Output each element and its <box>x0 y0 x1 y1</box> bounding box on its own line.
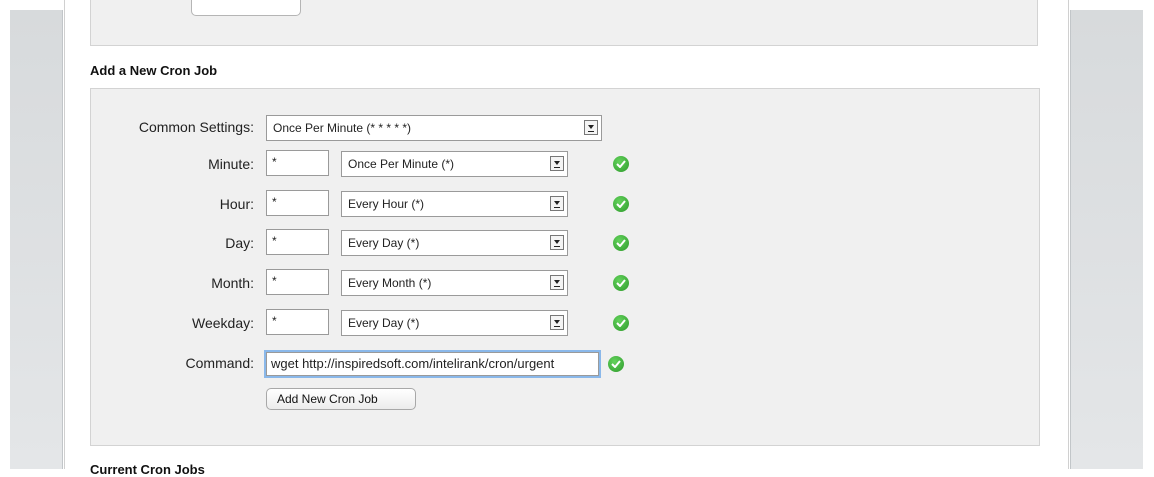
green-check-icon <box>613 156 629 172</box>
month-label: Month: <box>211 275 254 291</box>
add-cron-job-panel: Common Settings: Once Per Minute (* * * … <box>90 88 1040 446</box>
content-border-left <box>64 0 65 469</box>
minute-select[interactable]: Once Per Minute (*) <box>341 151 568 177</box>
green-check-icon <box>613 275 629 291</box>
common-settings-select[interactable]: Once Per Minute (* * * * *) <box>266 115 602 141</box>
section-title: Add a New Cron Job <box>90 63 218 78</box>
command-input[interactable]: wget http://inspiredsoft.com/intelirank/… <box>266 352 599 376</box>
weekday-select-value: Every Day (*) <box>348 316 420 330</box>
day-select-value: Every Day (*) <box>348 236 420 250</box>
left-gutter <box>10 10 63 469</box>
common-settings-value: Once Per Minute (* * * * *) <box>273 121 412 135</box>
common-settings-label: Common Settings: <box>138 119 254 135</box>
green-check-icon <box>613 315 629 331</box>
dropdown-arrow-icon <box>550 235 564 250</box>
previous-section-button[interactable] <box>191 0 301 16</box>
content-border-right <box>1068 0 1069 469</box>
next-section-title: Current Cron Jobs <box>90 462 205 477</box>
day-select[interactable]: Every Day (*) <box>341 230 568 256</box>
month-select-value: Every Month (*) <box>348 276 432 290</box>
hour-input[interactable]: * <box>266 190 329 216</box>
minute-input[interactable]: * <box>266 150 329 176</box>
month-input[interactable]: * <box>266 269 329 295</box>
minute-label: Minute: <box>208 156 254 172</box>
hour-label: Hour: <box>219 196 254 212</box>
green-check-icon <box>613 196 629 212</box>
weekday-input[interactable]: * <box>266 309 329 335</box>
minute-select-value: Once Per Minute (*) <box>348 157 455 171</box>
hour-select-value: Every Hour (*) <box>348 197 425 211</box>
right-gutter <box>1070 10 1143 469</box>
weekday-label: Weekday: <box>192 315 254 331</box>
day-input[interactable]: * <box>266 229 329 255</box>
dropdown-arrow-icon <box>584 120 598 135</box>
dropdown-arrow-icon <box>550 275 564 290</box>
weekday-select[interactable]: Every Day (*) <box>341 310 568 336</box>
add-new-cron-job-button[interactable]: Add New Cron Job <box>266 388 416 410</box>
dropdown-arrow-icon <box>550 315 564 330</box>
day-label: Day: <box>225 235 254 251</box>
dropdown-arrow-icon <box>550 156 564 171</box>
month-select[interactable]: Every Month (*) <box>341 270 568 296</box>
green-check-icon <box>608 356 624 372</box>
hour-select[interactable]: Every Hour (*) <box>341 191 568 217</box>
previous-section-panel <box>90 0 1038 46</box>
green-check-icon <box>613 235 629 251</box>
command-label: Command: <box>185 355 254 371</box>
dropdown-arrow-icon <box>550 196 564 211</box>
